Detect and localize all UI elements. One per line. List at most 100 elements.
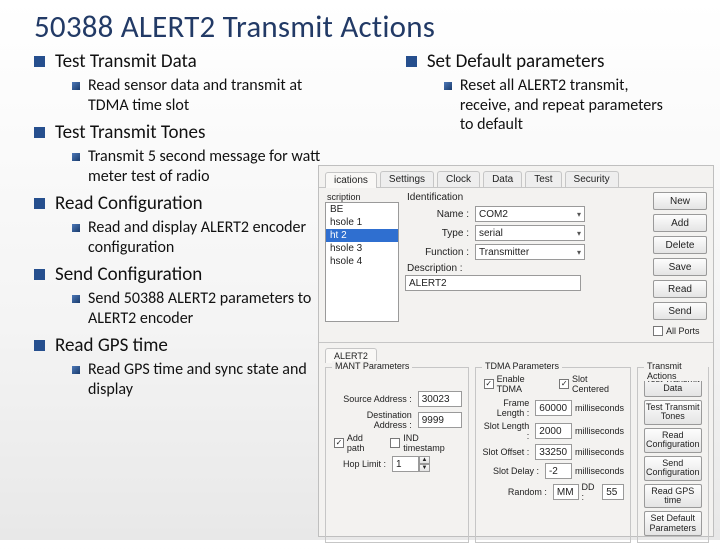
random-mm-input[interactable]: MM	[553, 484, 579, 500]
send-button[interactable]: Send	[653, 302, 707, 320]
subitem-label: Read GPS time and sync state and display	[88, 360, 328, 399]
hop-limit-spinner[interactable]: 1▲▼	[392, 456, 430, 472]
identification-form: Identification Name :COM2 Type :serial F…	[405, 192, 647, 336]
subitem-label: Transmit 5 second message for watt meter…	[88, 147, 328, 186]
checkbox-icon	[653, 326, 663, 336]
unit-label: milliseconds	[575, 466, 624, 476]
slot-length-input[interactable]: 2000	[535, 423, 572, 439]
port-listbox[interactable]: BE hsole 1 ht 2 hsole 3 hsole 4	[325, 202, 399, 322]
bullet-icon	[34, 56, 45, 67]
bullet-icon	[72, 82, 80, 90]
tab-data[interactable]: Data	[483, 171, 522, 187]
test-transmit-tones-button[interactable]: Test Transmit Tones	[644, 400, 702, 425]
subitem-label: Read sensor data and transmit at TDMA ti…	[88, 76, 328, 115]
unit-label: milliseconds	[575, 447, 624, 457]
checkbox-icon	[390, 438, 400, 448]
port-list-wrap: scription BE hsole 1 ht 2 hsole 3 hsole …	[325, 192, 399, 336]
read-button[interactable]: Read	[653, 280, 707, 298]
list-header: scription	[325, 192, 399, 202]
save-button[interactable]: Save	[653, 258, 707, 276]
bullet-icon	[72, 153, 80, 161]
item-label: Test Transmit Data	[55, 50, 197, 73]
hop-limit-label: Hop Limit :	[332, 459, 386, 469]
slot-offset-input[interactable]: 33250	[535, 444, 572, 460]
list-item[interactable]: hsole 4	[326, 255, 398, 268]
subitem: Read sensor data and transmit at TDMA ti…	[72, 76, 406, 115]
slot-delay-input[interactable]: -2	[545, 463, 572, 479]
bullet-icon	[444, 82, 452, 90]
description-value: ALERT2	[409, 278, 447, 289]
subitem-label: Send 50388 ALERT2 parameters to ALERT2 e…	[88, 289, 328, 328]
bullet-icon	[72, 366, 80, 374]
source-address-input[interactable]: 30023	[418, 391, 462, 407]
indtimestamp-checkbox[interactable]: IND timestamp	[390, 433, 462, 453]
enable-tdma-label: Enable TDMA	[497, 374, 550, 394]
spin-up-icon[interactable]: ▲	[419, 456, 430, 464]
tdma-parameters-group: TDMA Parameters ✓Enable TDMA ✓Slot Cente…	[475, 367, 631, 543]
item-label: Set Default parameters	[427, 50, 605, 73]
slot-centered-checkbox[interactable]: ✓Slot Centered	[559, 374, 624, 394]
slot-centered-label: Slot Centered	[572, 374, 624, 394]
function-value: Transmitter	[479, 247, 529, 258]
subitem-label: Read and display ALERT2 encoder configur…	[88, 218, 328, 257]
send-configuration-button[interactable]: Send Configuration	[644, 456, 702, 481]
item-label: Send Configuration	[55, 263, 202, 286]
mant-parameters-group: MANT Parameters Source Address :30023 De…	[325, 367, 469, 543]
all-ports-checkbox[interactable]: All Ports	[653, 326, 707, 336]
function-label: Function :	[405, 247, 469, 258]
source-address-label: Source Address :	[332, 394, 412, 404]
add-button[interactable]: Add	[653, 214, 707, 232]
indtimestamp-label: IND timestamp	[403, 433, 462, 453]
parameter-groups: MANT Parameters Source Address :30023 De…	[325, 367, 707, 543]
spin-down-icon[interactable]: ▼	[419, 464, 430, 472]
description-input[interactable]: ALERT2	[405, 275, 581, 291]
tab-clock[interactable]: Clock	[437, 171, 480, 187]
item-test-transmit-data: Test Transmit Data	[34, 50, 406, 73]
group-title: Identification	[407, 192, 647, 203]
all-ports-label: All Ports	[666, 326, 700, 336]
addpath-label: Add path	[347, 433, 383, 453]
subitem: Reset all ALERT2 transmit, receive, and …	[444, 76, 698, 135]
checkbox-icon: ✓	[484, 379, 494, 389]
random-dd-input[interactable]: 55	[602, 484, 624, 500]
delete-button[interactable]: Delete	[653, 236, 707, 254]
set-default-parameters-button[interactable]: Set Default Parameters	[644, 511, 702, 536]
addpath-checkbox[interactable]: ✓Add path	[334, 433, 382, 453]
bullet-icon	[34, 198, 45, 209]
checkbox-icon: ✓	[559, 379, 569, 389]
item-label: Read GPS time	[55, 334, 168, 357]
enable-tdma-checkbox[interactable]: ✓Enable TDMA	[484, 374, 549, 394]
type-value: serial	[479, 228, 503, 239]
function-select[interactable]: Transmitter	[475, 244, 585, 260]
name-select[interactable]: COM2	[475, 206, 585, 222]
slot-offset-label: Slot Offset :	[482, 447, 529, 457]
upper-pane: scription BE hsole 1 ht 2 hsole 3 hsole …	[319, 188, 713, 343]
list-item[interactable]: BE	[326, 203, 398, 216]
list-item[interactable]: ht 2	[326, 229, 398, 242]
read-configuration-button[interactable]: Read Configuration	[644, 428, 702, 453]
unit-label: milliseconds	[575, 426, 624, 436]
item-set-default-parameters: Set Default parameters	[406, 50, 698, 73]
subitem-label: Reset all ALERT2 transmit, receive, and …	[460, 76, 670, 135]
transmit-actions-group: Transmit Actions Test Transmit Data Test…	[637, 367, 709, 543]
frame-length-input[interactable]: 60000	[535, 400, 572, 416]
random-dd-label: DD :	[582, 482, 600, 502]
new-button[interactable]: New	[653, 192, 707, 210]
checkbox-icon: ✓	[334, 438, 344, 448]
destination-address-input[interactable]: 9999	[418, 412, 462, 428]
tab-settings[interactable]: Settings	[380, 171, 434, 187]
slot-length-label: Slot Length :	[482, 421, 529, 441]
list-item[interactable]: hsole 1	[326, 216, 398, 229]
tab-communications[interactable]: ications	[325, 172, 377, 188]
random-label: Random :	[482, 487, 547, 497]
type-select[interactable]: serial	[475, 225, 585, 241]
list-item[interactable]: hsole 3	[326, 242, 398, 255]
read-gps-time-button[interactable]: Read GPS time	[644, 484, 702, 509]
tab-test[interactable]: Test	[525, 171, 561, 187]
main-tabstrip: ications Settings Clock Data Test Securi…	[319, 166, 713, 188]
bullet-icon	[34, 127, 45, 138]
bullet-icon	[72, 295, 80, 303]
bullet-icon	[34, 340, 45, 351]
tab-security[interactable]: Security	[565, 171, 619, 187]
type-label: Type :	[405, 228, 469, 239]
